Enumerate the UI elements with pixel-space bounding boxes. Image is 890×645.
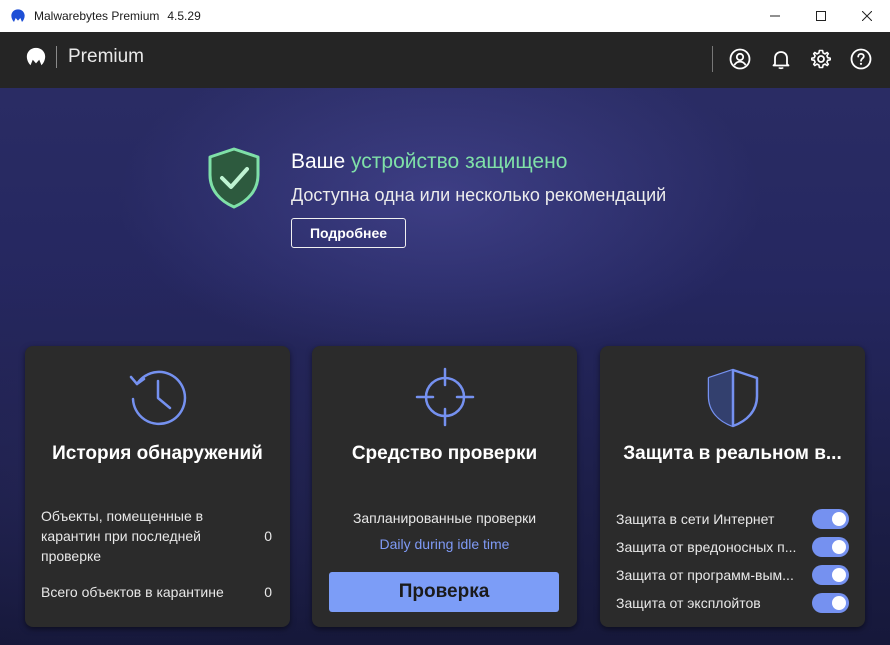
toggle-knob <box>832 568 846 582</box>
scheduled-scans-value[interactable]: Daily during idle time <box>312 536 577 552</box>
minimize-icon <box>770 15 780 17</box>
protection-row-exploit: Защита от эксплойтов <box>616 591 849 615</box>
history-row-value: 0 <box>264 528 272 544</box>
scanner-card[interactable]: Средство проверки Запланированные провер… <box>312 346 577 627</box>
details-button[interactable]: Подробнее <box>291 218 406 248</box>
protection-label: Защита от программ-вым... <box>616 567 794 583</box>
protection-row-malware: Защита от вредоносных п... <box>616 535 849 559</box>
brand-divider <box>56 46 57 68</box>
maximize-icon <box>816 11 826 21</box>
malwarebytes-logo-icon <box>25 46 47 68</box>
protection-row-ransomware: Защита от программ-вым... <box>616 563 849 587</box>
toggle-knob <box>832 596 846 610</box>
recommendations-text: Доступна одна или несколько рекомендаций <box>291 185 667 205</box>
detection-history-card[interactable]: История обнаружений Объекты, помещенные … <box>25 346 290 627</box>
shield-check-icon <box>208 147 260 209</box>
protection-status-title: Ваше устройство защищено <box>291 150 568 173</box>
card-title-scanner: Средство проверки <box>351 443 538 464</box>
scheduled-scans-label: Запланированные проверки <box>352 510 537 526</box>
header-divider <box>712 46 713 72</box>
history-row-value: 0 <box>264 584 272 600</box>
maximize-button[interactable] <box>798 0 844 32</box>
history-row-label: Объекты, помещенные в карантин при после… <box>41 508 204 564</box>
web-protection-toggle[interactable] <box>812 509 849 529</box>
gear-icon[interactable] <box>810 48 832 70</box>
app-window: Malwarebytes Premium 4.5.29 Premium Ваше… <box>0 0 890 645</box>
close-icon <box>862 11 872 21</box>
title-bar: Malwarebytes Premium 4.5.29 <box>0 0 890 32</box>
account-icon[interactable] <box>729 48 751 70</box>
toggle-knob <box>832 540 846 554</box>
app-header: Premium <box>0 32 890 88</box>
help-icon[interactable] <box>850 48 872 70</box>
close-button[interactable] <box>844 0 890 32</box>
protection-label: Защита в сети Интернет <box>616 511 775 527</box>
protection-row-web: Защита в сети Интернет <box>616 507 849 531</box>
shield-icon <box>707 368 758 428</box>
exploit-protection-toggle[interactable] <box>812 593 849 613</box>
scan-button[interactable]: Проверка <box>329 572 559 612</box>
ransomware-protection-toggle[interactable] <box>812 565 849 585</box>
protection-label: Защита от эксплойтов <box>616 595 761 611</box>
history-row: Всего объектов в карантине 0 <box>41 582 272 602</box>
realtime-protection-card[interactable]: Защита в реальном в... Защита в сети Инт… <box>600 346 865 627</box>
minimize-button[interactable] <box>752 0 798 32</box>
window-title: Malwarebytes Premium 4.5.29 <box>34 9 201 23</box>
crosshair-icon <box>415 367 474 427</box>
bell-icon[interactable] <box>770 48 792 70</box>
malware-protection-toggle[interactable] <box>812 537 849 557</box>
card-title-realtime: Защита в реальном в... <box>623 443 842 464</box>
brand: Premium <box>25 46 144 68</box>
history-clock-icon <box>129 370 186 426</box>
card-title-history: История обнаружений <box>52 443 263 464</box>
protection-label: Защита от вредоносных п... <box>616 539 797 555</box>
history-row: Объекты, помещенные в карантин при после… <box>41 506 272 566</box>
toggle-knob <box>832 512 846 526</box>
history-row-label: Всего объектов в карантине <box>41 584 224 600</box>
app-logo-icon <box>10 8 26 24</box>
product-name: Premium <box>68 46 145 67</box>
